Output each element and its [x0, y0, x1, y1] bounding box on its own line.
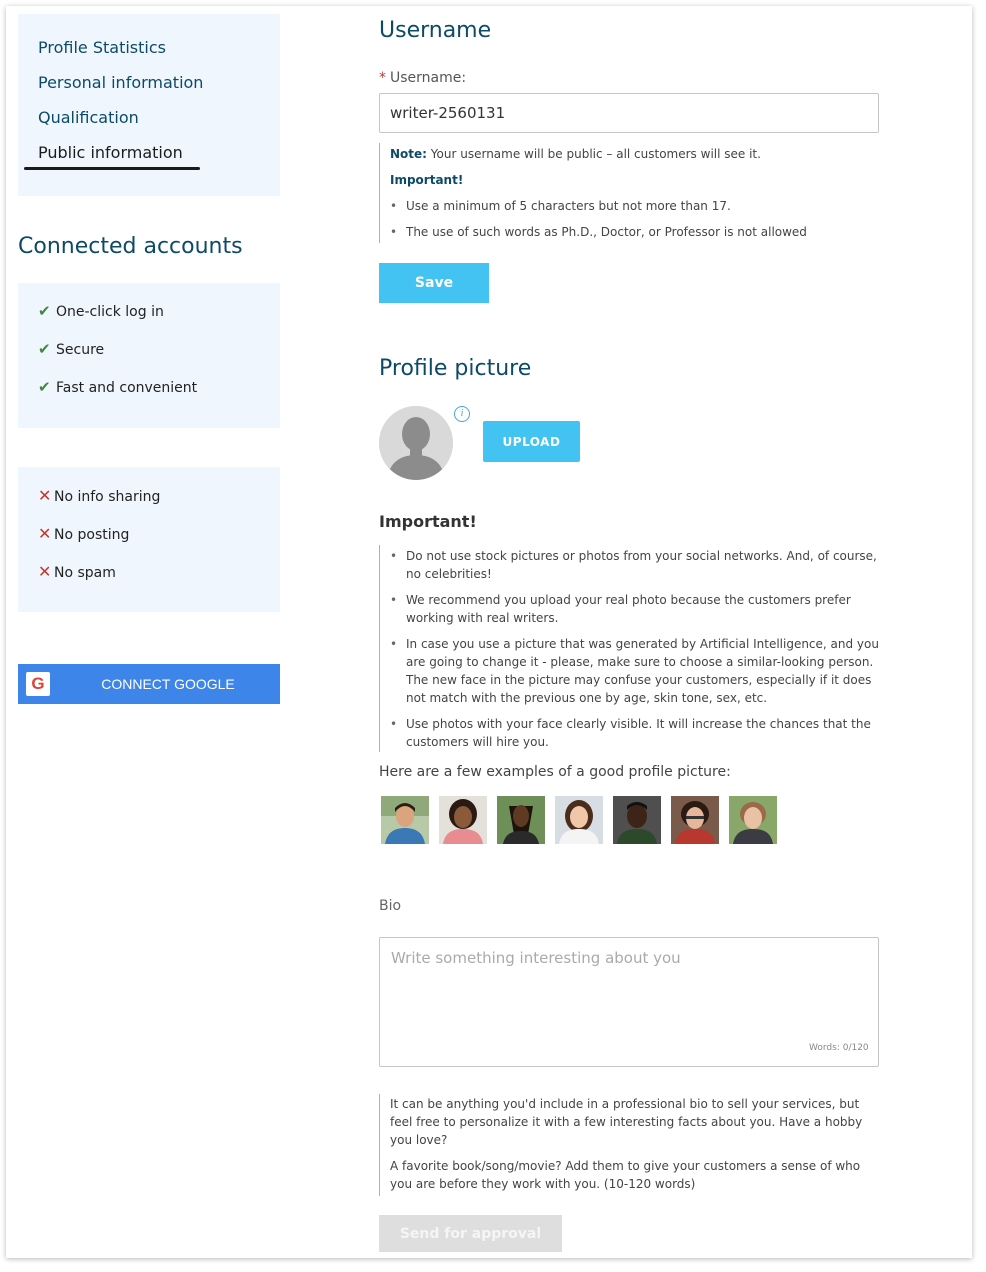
username-label: * Username:: [379, 70, 467, 86]
privacy-item: ✕ No spam: [38, 562, 116, 581]
note-text: Your username will be public – all custo…: [430, 147, 761, 161]
google-logo-icon: G: [26, 672, 50, 696]
check-icon: ✔: [38, 378, 51, 396]
username-section-title: Username: [379, 18, 492, 43]
example-photo: [729, 796, 777, 844]
benefits-panel: ✔ One-click log in ✔ Secure ✔ Fast and conv…: [18, 283, 280, 428]
save-button[interactable]: Save: [379, 263, 489, 303]
username-rule: The use of such words as Ph.D., Doctor, …: [390, 225, 807, 239]
active-nav-indicator: [24, 167, 200, 170]
example-photo: [671, 796, 719, 844]
username-note: Note: Your username will be public – all…: [379, 143, 870, 243]
picture-rule: We recommend you upload your real photo …: [390, 591, 880, 627]
example-photo: [613, 796, 661, 844]
required-marker: *: [379, 70, 386, 86]
check-icon: ✔: [38, 302, 51, 320]
upload-button[interactable]: UPLOAD: [483, 421, 580, 462]
example-photo: [555, 796, 603, 844]
example-photo: [381, 796, 429, 844]
privacy-item: ✕ No info sharing: [38, 486, 161, 505]
bio-tip: A favorite book/song/movie? Add them to …: [390, 1159, 861, 1191]
example-photo: [497, 796, 545, 844]
check-icon: ✔: [38, 340, 51, 358]
nav-personal-information[interactable]: Personal information: [38, 73, 203, 92]
profile-picture-title: Profile picture: [379, 356, 532, 381]
person-silhouette-icon: [379, 406, 453, 480]
username-input[interactable]: [379, 93, 879, 133]
nav-qualification[interactable]: Qualification: [38, 108, 139, 127]
profile-nav: Profile Statistics Personal information …: [18, 14, 280, 196]
cross-icon: ✕: [38, 524, 52, 543]
cross-icon: ✕: [38, 486, 52, 505]
example-photo: [439, 796, 487, 844]
note-label: Note:: [390, 147, 427, 161]
benefit-item: ✔ Secure: [38, 340, 105, 358]
benefit-item: ✔ Fast and convenient: [38, 378, 198, 396]
picture-rule: Do not use stock pictures or photos from…: [390, 547, 880, 583]
send-for-approval-button[interactable]: Send for approval: [379, 1215, 562, 1252]
bio-tips: It can be anything you'd include in a pr…: [379, 1094, 880, 1196]
username-rule: Use a minimum of 5 characters but not mo…: [390, 199, 731, 213]
privacy-panel: ✕ No info sharing ✕ No posting ✕ No spam: [18, 467, 280, 612]
connected-accounts-title: Connected accounts: [18, 234, 243, 259]
bio-textarea[interactable]: [379, 937, 879, 1067]
examples-label: Here are a few examples of a good profil…: [379, 764, 731, 780]
cross-icon: ✕: [38, 562, 52, 581]
bio-tip: It can be anything you'd include in a pr…: [390, 1097, 863, 1147]
important-label: Important!: [390, 173, 464, 187]
bio-label: Bio: [379, 898, 402, 914]
nav-profile-statistics[interactable]: Profile Statistics: [38, 38, 166, 57]
word-counter: Words: 0/120: [809, 1043, 869, 1053]
avatar-placeholder: [379, 406, 453, 480]
picture-rule: Use photos with your face clearly visibl…: [390, 715, 880, 751]
connect-google-button[interactable]: G CONNECT GOOGLE: [18, 664, 280, 704]
picture-rules: Do not use stock pictures or photos from…: [379, 545, 880, 752]
connect-google-label: CONNECT GOOGLE: [101, 676, 235, 692]
benefit-item: ✔ One-click log in: [38, 302, 164, 320]
nav-public-information[interactable]: Public information: [38, 143, 183, 162]
info-icon[interactable]: i: [454, 406, 470, 422]
picture-rule: In case you use a picture that was gener…: [390, 635, 880, 707]
privacy-item: ✕ No posting: [38, 524, 130, 543]
picture-important-title: Important!: [379, 512, 477, 531]
